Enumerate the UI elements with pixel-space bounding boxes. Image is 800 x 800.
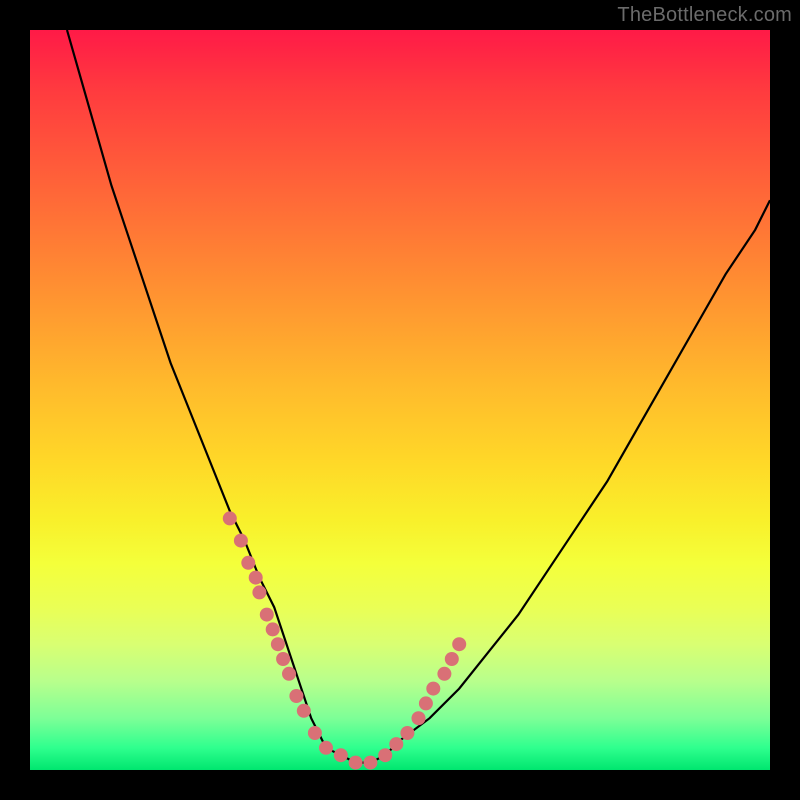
- data-dot: [412, 711, 426, 725]
- curve-path: [67, 30, 770, 763]
- bottleneck-curve: [30, 30, 770, 770]
- watermark-label: TheBottleneck.com: [617, 4, 792, 27]
- data-dot: [276, 652, 290, 666]
- data-dot: [260, 608, 274, 622]
- data-dot: [234, 534, 248, 548]
- data-dot: [445, 652, 459, 666]
- data-dot: [378, 748, 392, 762]
- data-dot: [249, 571, 263, 585]
- data-dot: [289, 689, 303, 703]
- dot-group: [223, 511, 466, 769]
- data-dot: [271, 637, 285, 651]
- data-dot: [282, 667, 296, 681]
- data-dot: [452, 637, 466, 651]
- data-dot: [419, 696, 433, 710]
- data-dot: [349, 756, 363, 770]
- data-dot: [437, 667, 451, 681]
- data-dot: [252, 585, 266, 599]
- data-dot: [241, 556, 255, 570]
- data-dot: [334, 748, 348, 762]
- data-dot: [223, 511, 237, 525]
- data-dot: [297, 704, 311, 718]
- outer-frame: TheBottleneck.com: [0, 0, 800, 800]
- data-dot: [426, 682, 440, 696]
- data-dot: [308, 726, 322, 740]
- data-dot: [363, 756, 377, 770]
- data-dot: [389, 737, 403, 751]
- plot-area: [30, 30, 770, 770]
- data-dot: [319, 741, 333, 755]
- data-dot: [266, 622, 280, 636]
- data-dot: [400, 726, 414, 740]
